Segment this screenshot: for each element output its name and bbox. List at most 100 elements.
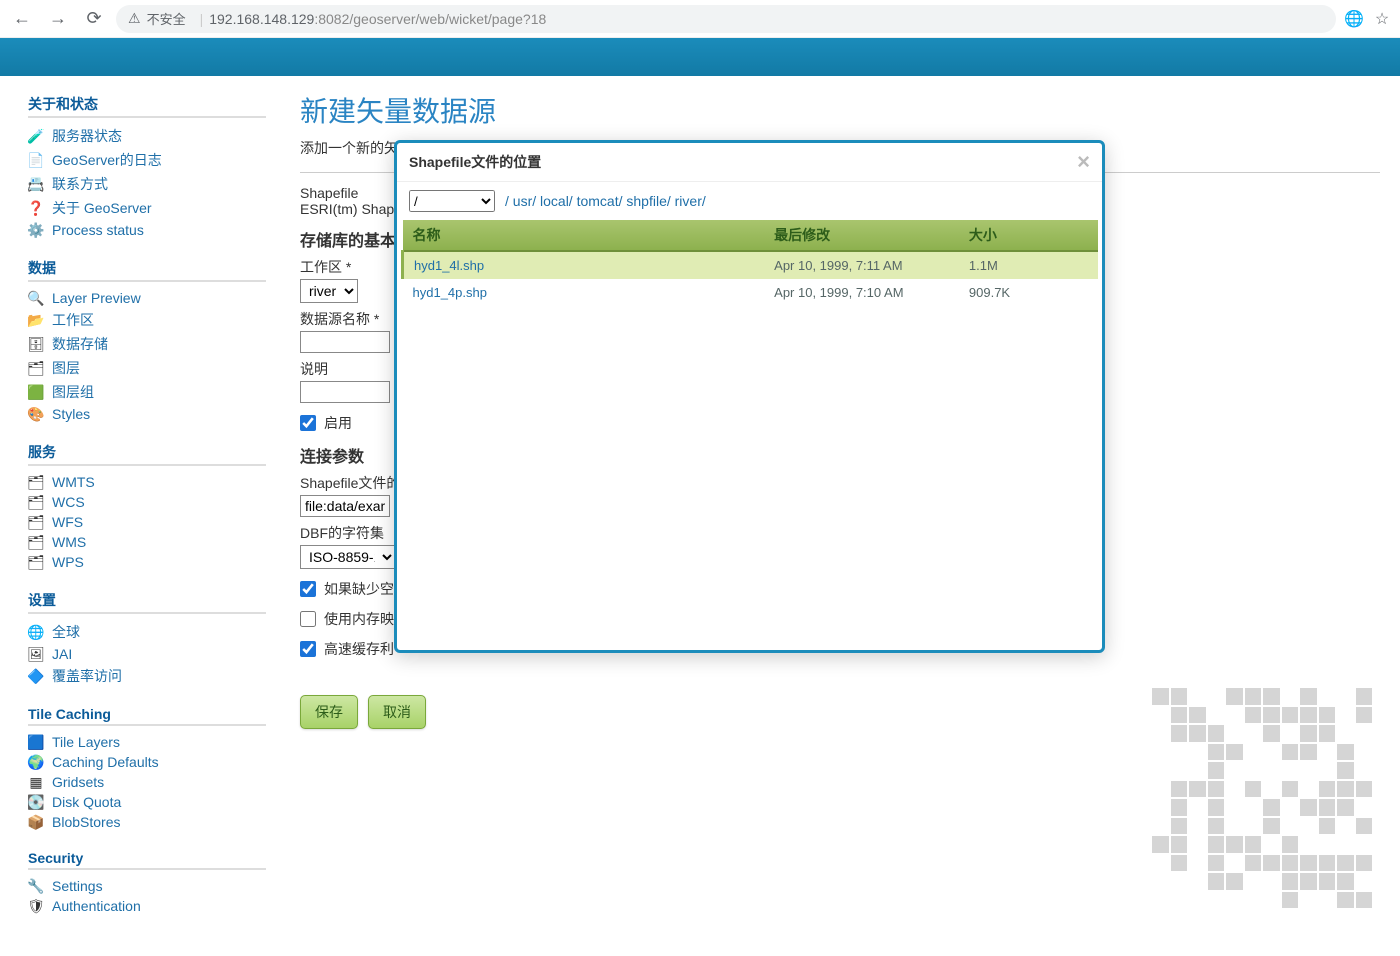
sidebar-item[interactable]: ▦Gridsets: [28, 772, 266, 792]
sidebar-item[interactable]: 🔷覆盖率访问: [28, 664, 266, 688]
sidebar-item-label[interactable]: Caching Defaults: [52, 754, 159, 770]
db-icon: 🗄: [28, 336, 44, 352]
folder-icon: 📂: [28, 312, 44, 328]
sidebar-item[interactable]: 📂 工作区: [28, 308, 266, 332]
header-band: [0, 38, 1400, 76]
breadcrumb-segment[interactable]: tomcat/: [573, 193, 623, 209]
sidebar-item-label[interactable]: Disk Quota: [52, 794, 121, 810]
layers-icon: 🟩: [28, 384, 44, 400]
star-icon[interactable]: ☆: [1372, 9, 1392, 29]
cache-checkbox[interactable]: [300, 641, 316, 657]
file-modified: Apr 10, 1999, 7:10 AM: [764, 279, 959, 306]
table-row[interactable]: hyd1_4p.shpApr 10, 1999, 7:10 AM909.7K: [403, 279, 1099, 306]
sidebar-item[interactable]: 🛡Authentication: [28, 896, 266, 916]
svc-icon: 🗂: [28, 554, 44, 570]
sidebar-item[interactable]: 🎨 Styles: [28, 404, 266, 424]
sidebar-item-label[interactable]: WCS: [52, 494, 85, 510]
dbf-select[interactable]: ISO-8859-1: [300, 545, 396, 569]
reload-button[interactable]: ⟳: [80, 5, 108, 33]
sidebar-item[interactable]: 🔧Settings: [28, 876, 266, 896]
sidebar-item-label[interactable]: WMS: [52, 534, 86, 550]
sidebar-item[interactable]: ⚙️Process status: [28, 220, 266, 240]
memory-label: 使用内存映: [324, 609, 394, 629]
img-icon: 🖼: [28, 646, 44, 662]
breadcrumb-segment[interactable]: usr/: [509, 193, 536, 209]
desc-input[interactable]: [300, 381, 390, 403]
sidebar-item-label[interactable]: Gridsets: [52, 774, 104, 790]
sidebar-item-label[interactable]: Authentication: [52, 898, 141, 914]
enable-checkbox[interactable]: [300, 415, 316, 431]
shploc-input[interactable]: [300, 495, 390, 517]
sidebar-item-label[interactable]: 图层: [52, 358, 80, 378]
sidebar-item-label[interactable]: 服务器状态: [52, 126, 122, 146]
close-icon[interactable]: ×: [1077, 151, 1090, 173]
sidebar-item-label[interactable]: 关于 GeoServer: [52, 198, 152, 218]
sidebar-item-label[interactable]: 数据存储: [52, 334, 108, 354]
sidebar-item[interactable]: 🧪服务器状态: [28, 124, 266, 148]
sidebar-item[interactable]: 🖼 JAI: [28, 644, 266, 664]
dsname-input[interactable]: [300, 331, 390, 353]
sidebar-item-label[interactable]: 工作区: [52, 310, 94, 330]
sidebar-item-label[interactable]: Process status: [52, 222, 144, 238]
sidebar-item[interactable]: 🟦Tile Layers: [28, 732, 266, 752]
back-button[interactable]: ←: [8, 5, 36, 33]
palette-icon: 🎨: [28, 406, 44, 422]
workspace-select[interactable]: river: [300, 279, 358, 303]
breadcrumb-segment[interactable]: shpfile/: [623, 193, 671, 209]
sidebar-item[interactable]: 🗂 WMTS: [28, 472, 266, 492]
sidebar-item[interactable]: 🗂WFS: [28, 512, 266, 532]
memory-checkbox[interactable]: [300, 611, 316, 627]
sidebar-item-label[interactable]: 图层组: [52, 382, 94, 402]
svc-icon: 🗂: [28, 474, 44, 490]
sidebar-group-title: Security: [28, 850, 266, 870]
sidebar-item-label[interactable]: WPS: [52, 554, 84, 570]
sidebar-item[interactable]: 📦BlobStores: [28, 812, 266, 832]
missing-label: 如果缺少空: [324, 579, 394, 599]
sidebar-item[interactable]: 🗄 数据存储: [28, 332, 266, 356]
sidebar-item[interactable]: 🗂 WPS: [28, 552, 266, 572]
sidebar-item-label[interactable]: 覆盖率访问: [52, 666, 122, 686]
sidebar-item-label[interactable]: WMTS: [52, 474, 95, 490]
missing-checkbox[interactable]: [300, 581, 316, 597]
table-row[interactable]: hyd1_4l.shpApr 10, 1999, 7:11 AM1.1M: [403, 251, 1099, 279]
breadcrumb[interactable]: / usr/ local/ tomcat/ shpfile/ river/: [505, 193, 706, 209]
col-modified[interactable]: 最后修改: [764, 220, 959, 251]
forward-button[interactable]: →: [44, 5, 72, 33]
save-button[interactable]: 保存: [300, 695, 358, 729]
col-name[interactable]: 名称: [403, 220, 765, 251]
url-bar[interactable]: ⚠ 不安全 | 192.168.148.129:8082/geoserver/w…: [116, 5, 1336, 33]
file-name[interactable]: hyd1_4p.shp: [403, 279, 765, 306]
sidebar-item-label[interactable]: JAI: [52, 646, 72, 662]
sidebar-item[interactable]: 🌍Caching Defaults: [28, 752, 266, 772]
file-name[interactable]: hyd1_4l.shp: [403, 251, 765, 279]
sidebar-item-label[interactable]: 全球: [52, 622, 80, 642]
sidebar-item[interactable]: 🗂WCS: [28, 492, 266, 512]
sidebar-item[interactable]: 📄GeoServer的日志: [28, 148, 266, 172]
translate-icon[interactable]: 🌐: [1344, 9, 1364, 29]
url-host: 192.168.148.129: [209, 11, 314, 27]
sidebar-item[interactable]: 🔍Layer Preview: [28, 288, 266, 308]
sidebar-item-label[interactable]: 联系方式: [52, 174, 108, 194]
cancel-button[interactable]: 取消: [368, 695, 426, 729]
col-size[interactable]: 大小: [959, 220, 1098, 251]
sidebar-item[interactable]: 💽Disk Quota: [28, 792, 266, 812]
sidebar-item-label[interactable]: Layer Preview: [52, 290, 141, 306]
page-title: 新建矢量数据源: [300, 90, 1380, 130]
sidebar-item-label[interactable]: WFS: [52, 514, 83, 530]
root-select[interactable]: /: [409, 190, 495, 212]
sidebar-item-label[interactable]: BlobStores: [52, 814, 120, 830]
sidebar-group-title: 关于和状态: [28, 94, 266, 118]
sidebar-item-label[interactable]: Settings: [52, 878, 103, 894]
file-modified: Apr 10, 1999, 7:11 AM: [764, 251, 959, 279]
sidebar-item-label[interactable]: Tile Layers: [52, 734, 120, 750]
sidebar-item[interactable]: 🟩 图层组: [28, 380, 266, 404]
sidebar-item[interactable]: ❓关于 GeoServer: [28, 196, 266, 220]
sidebar-item-label[interactable]: GeoServer的日志: [52, 150, 162, 170]
breadcrumb-segment[interactable]: local/: [536, 193, 573, 209]
sidebar-item[interactable]: 🗂WMS: [28, 532, 266, 552]
sidebar-item[interactable]: 📇联系方式: [28, 172, 266, 196]
sidebar-item-label[interactable]: Styles: [52, 406, 90, 422]
sidebar-item[interactable]: 🌐全球: [28, 620, 266, 644]
sidebar-item[interactable]: 🗂图层: [28, 356, 266, 380]
breadcrumb-segment[interactable]: river/: [671, 193, 706, 209]
